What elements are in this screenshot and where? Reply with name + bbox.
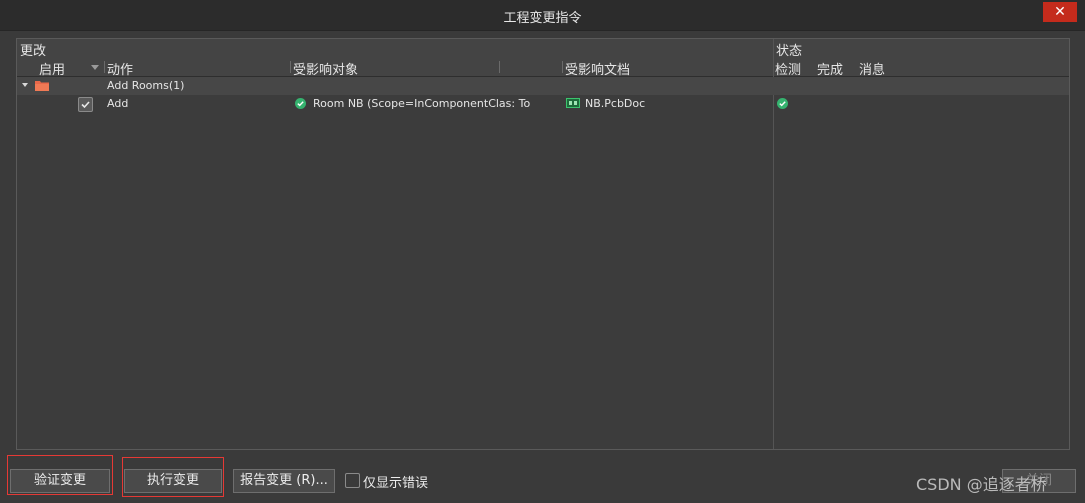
report-changes-button[interactable]: 报告变更 (R)...	[233, 469, 335, 493]
column-header-affected-object[interactable]: 受影响对象	[293, 59, 358, 78]
column-header-enable[interactable]: 启用	[39, 59, 65, 78]
show-errors-only-checkbox[interactable]	[345, 473, 360, 488]
enable-checkbox[interactable]	[78, 97, 93, 112]
column-header-action[interactable]: 动作	[107, 59, 133, 78]
column-divider[interactable]	[562, 61, 563, 73]
folder-icon	[35, 81, 49, 91]
row-affected-document: NB.PcbDoc	[585, 97, 646, 110]
column-divider[interactable]	[104, 61, 105, 73]
table-row[interactable]: Add Room NB (Scope=InComponentClas: To N…	[17, 95, 1069, 114]
show-errors-only-label: 仅显示错误	[363, 476, 429, 491]
close-window-button[interactable]: ✕	[1043, 2, 1077, 22]
footer-bar: 验证变更 执行变更 报告变更 (R)... 仅显示错误 关闭 CSDN @追逐者…	[0, 455, 1085, 503]
group-header-status: 状态	[776, 44, 803, 59]
highlight-box-execute	[122, 457, 224, 497]
csdn-watermark: CSDN @追逐者桥	[916, 475, 1047, 494]
sort-arrow-icon[interactable]	[91, 65, 99, 70]
column-header-row: 启用 动作 受影响对象 受影响文档 检测 完成 消息	[17, 58, 1069, 78]
group-row-label: Add Rooms(1)	[107, 79, 185, 92]
highlight-box-validate	[7, 455, 113, 495]
column-divider[interactable]	[290, 61, 291, 73]
row-action: Add	[107, 97, 129, 110]
window-title: 工程变更指令	[503, 11, 582, 26]
column-header-message[interactable]: 消息	[859, 59, 885, 78]
group-header-changes: 更改	[20, 44, 47, 59]
success-check-icon	[295, 98, 306, 109]
column-divider[interactable]	[499, 61, 500, 73]
check-status-icon	[777, 98, 788, 109]
pcb-document-icon	[566, 98, 580, 108]
changes-grid: 更改 状态 启用 动作 受影响对象 受影响文档 检测 完成 消息 Add Roo…	[16, 38, 1070, 450]
column-header-affected-document[interactable]: 受影响文档	[565, 59, 630, 78]
expand-arrow-icon[interactable]	[22, 83, 28, 87]
checkmark-icon	[81, 101, 90, 109]
row-affected-object: Room NB (Scope=InComponentClas: To	[313, 97, 531, 110]
column-header-done[interactable]: 完成	[817, 59, 843, 78]
column-header-check[interactable]: 检测	[775, 59, 801, 78]
group-row-add-rooms[interactable]: Add Rooms(1)	[17, 77, 1069, 95]
group-header-row: 更改 状态	[17, 39, 1069, 59]
title-bar: 工程变更指令 ✕	[0, 0, 1085, 31]
